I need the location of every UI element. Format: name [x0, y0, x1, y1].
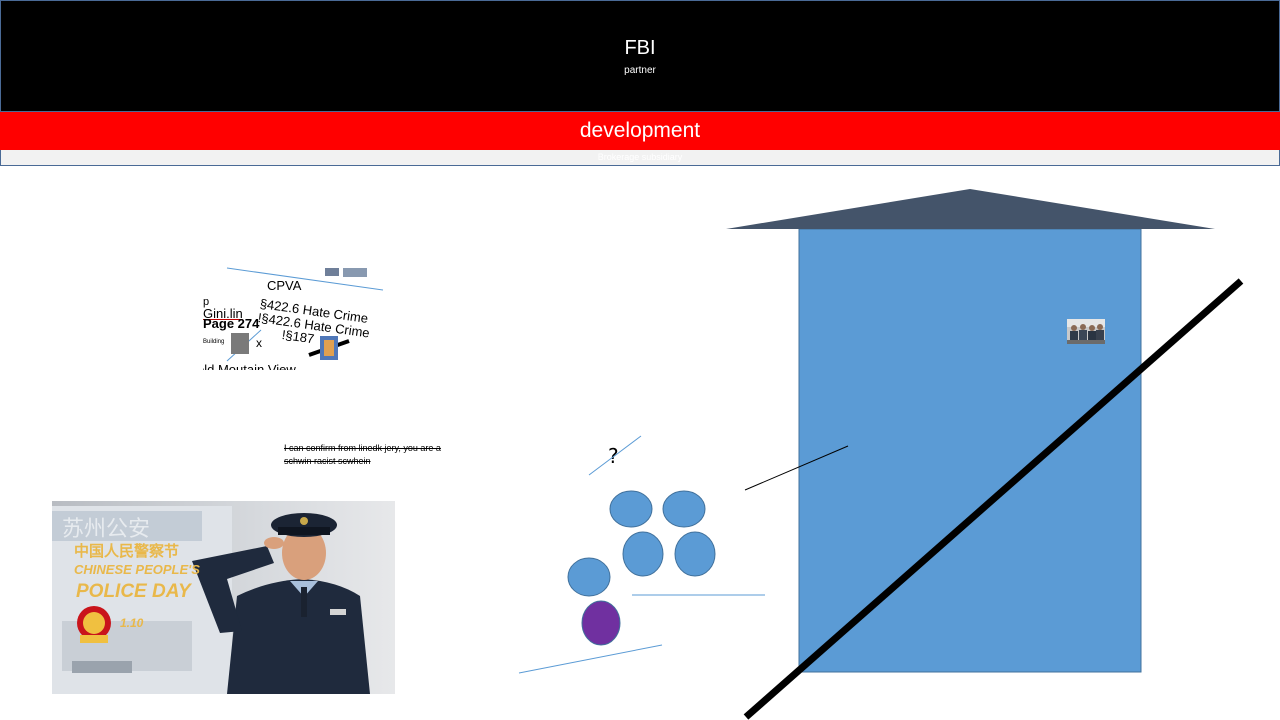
house-roof[interactable] — [726, 189, 1215, 229]
police-day-photo[interactable]: 苏州公安 中国人民警察节 CHINESE PEOPLE'S POLICE DAY… — [52, 501, 395, 694]
poster-bg-text: 苏州公安 — [62, 517, 150, 542]
poster-english-line1: CHINESE PEOPLE'S — [74, 562, 200, 577]
poster-english-line2: POLICE DAY — [76, 581, 193, 602]
circle-purple[interactable] — [581, 600, 621, 646]
circle-4[interactable] — [674, 531, 716, 577]
house-body[interactable] — [798, 228, 1142, 673]
circle-3[interactable] — [622, 531, 664, 577]
blue-line-bottom[interactable] — [518, 644, 663, 674]
circle-5[interactable] — [567, 557, 611, 597]
blue-line-question[interactable] — [588, 435, 642, 476]
team-photo-art — [1067, 319, 1105, 344]
team-photo[interactable] — [1067, 319, 1105, 344]
police-day-photo-art: 苏州公安 中国人民警察节 CHINESE PEOPLE'S POLICE DAY… — [52, 501, 395, 694]
circle-1[interactable] — [609, 490, 653, 528]
circle-2[interactable] — [662, 490, 706, 528]
poster-chinese-title: 中国人民警察节 — [74, 542, 179, 560]
poster-date: 1.10 — [120, 616, 144, 630]
